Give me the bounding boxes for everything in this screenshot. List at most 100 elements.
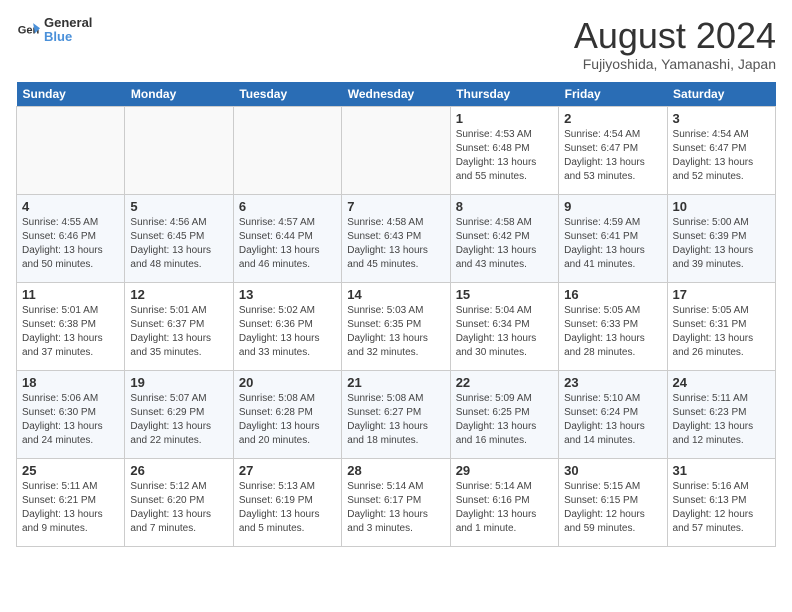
page-header: Gen General Blue August 2024 Fujiyoshida… bbox=[16, 16, 776, 72]
cell-sun-info: Sunrise: 4:57 AMSunset: 6:44 PMDaylight:… bbox=[239, 216, 336, 272]
calendar-cell: 4 Sunrise: 4:55 AMSunset: 6:46 PMDaylight… bbox=[17, 194, 125, 282]
cell-sun-info: Sunrise: 5:00 AMSunset: 6:39 PMDaylight:… bbox=[673, 216, 770, 272]
cell-sun-info: Sunrise: 5:08 AMSunset: 6:28 PMDaylight:… bbox=[239, 392, 336, 448]
weekday-header: Tuesday bbox=[233, 82, 341, 107]
calendar-cell: 23 Sunrise: 5:10 AMSunset: 6:24 PMDayligh… bbox=[559, 370, 667, 458]
cell-date-number: 23 bbox=[564, 375, 661, 390]
calendar-cell: 19 Sunrise: 5:07 AMSunset: 6:29 PMDayligh… bbox=[125, 370, 233, 458]
calendar-cell: 6Sunrise: 4:57 AMSunset: 6:44 PMDaylight… bbox=[233, 194, 341, 282]
cell-date-number: 22 bbox=[456, 375, 553, 390]
cell-date-number: 19 bbox=[130, 375, 227, 390]
calendar-cell: 1 Sunrise: 4:53 AMSunset: 6:48 PMDaylight… bbox=[450, 106, 558, 194]
cell-sun-info: Sunrise: 5:15 AMSunset: 6:15 PMDaylight:… bbox=[564, 480, 661, 536]
header-row: SundayMondayTuesdayWednesdayThursdayFrid… bbox=[17, 82, 776, 107]
cell-date-number: 16 bbox=[564, 287, 661, 302]
cell-sun-info: Sunrise: 5:04 AMSunset: 6:34 PMDaylight:… bbox=[456, 304, 553, 360]
cell-date-number: 8 bbox=[456, 199, 553, 214]
cell-sun-info: Sunrise: 5:09 AMSunset: 6:25 PMDaylight:… bbox=[456, 392, 553, 448]
cell-sun-info: Sunrise: 5:07 AMSunset: 6:29 PMDaylight:… bbox=[130, 392, 227, 448]
calendar-cell: 17 Sunrise: 5:05 AMSunset: 6:31 PMDayligh… bbox=[667, 282, 775, 370]
cell-sun-info: Sunrise: 4:58 AMSunset: 6:42 PMDaylight:… bbox=[456, 216, 553, 272]
cell-sun-info: Sunrise: 5:12 AMSunset: 6:20 PMDaylight:… bbox=[130, 480, 227, 536]
calendar-cell: 24Sunrise: 5:11 AMSunset: 6:23 PMDayligh… bbox=[667, 370, 775, 458]
cell-date-number: 17 bbox=[673, 287, 770, 302]
cell-sun-info: Sunrise: 4:56 AMSunset: 6:45 PMDaylight:… bbox=[130, 216, 227, 272]
cell-sun-info: Sunrise: 5:05 AMSunset: 6:33 PMDaylight:… bbox=[564, 304, 661, 360]
logo-line1: General bbox=[44, 16, 92, 30]
cell-date-number: 9 bbox=[564, 199, 661, 214]
cell-sun-info: Sunrise: 4:54 AMSunset: 6:47 PMDaylight:… bbox=[564, 128, 661, 184]
title-section: August 2024 Fujiyoshida, Yamanashi, Japa… bbox=[574, 16, 776, 72]
cell-sun-info: Sunrise: 5:11 AMSunset: 6:21 PMDaylight:… bbox=[22, 480, 119, 536]
calendar-table: SundayMondayTuesdayWednesdayThursdayFrid… bbox=[16, 82, 776, 547]
cell-date-number: 20 bbox=[239, 375, 336, 390]
calendar-cell: 14 Sunrise: 5:03 AMSunset: 6:35 PMDayligh… bbox=[342, 282, 450, 370]
cell-date-number: 15 bbox=[456, 287, 553, 302]
cell-date-number: 14 bbox=[347, 287, 444, 302]
weekday-header: Monday bbox=[125, 82, 233, 107]
cell-date-number: 1 bbox=[456, 111, 553, 126]
logo-text: General Blue bbox=[44, 16, 92, 45]
calendar-cell: 7Sunrise: 4:58 AMSunset: 6:43 PMDaylight… bbox=[342, 194, 450, 282]
calendar-cell: 8 Sunrise: 4:58 AMSunset: 6:42 PMDaylight… bbox=[450, 194, 558, 282]
cell-date-number: 29 bbox=[456, 463, 553, 478]
cell-date-number: 27 bbox=[239, 463, 336, 478]
calendar-cell: 30 Sunrise: 5:15 AMSunset: 6:15 PMDayligh… bbox=[559, 458, 667, 546]
calendar-cell bbox=[233, 106, 341, 194]
page-title: August 2024 bbox=[574, 16, 776, 56]
cell-sun-info: Sunrise: 5:01 AMSunset: 6:38 PMDaylight:… bbox=[22, 304, 119, 360]
logo-line2: Blue bbox=[44, 30, 92, 44]
cell-date-number: 10 bbox=[673, 199, 770, 214]
cell-sun-info: Sunrise: 4:59 AMSunset: 6:41 PMDaylight:… bbox=[564, 216, 661, 272]
calendar-cell: 22 Sunrise: 5:09 AMSunset: 6:25 PMDayligh… bbox=[450, 370, 558, 458]
cell-sun-info: Sunrise: 5:13 AMSunset: 6:19 PMDaylight:… bbox=[239, 480, 336, 536]
cell-sun-info: Sunrise: 5:02 AMSunset: 6:36 PMDaylight:… bbox=[239, 304, 336, 360]
calendar-cell: 31 Sunrise: 5:16 AMSunset: 6:13 PMDayligh… bbox=[667, 458, 775, 546]
weekday-header: Saturday bbox=[667, 82, 775, 107]
cell-sun-info: Sunrise: 4:55 AMSunset: 6:46 PMDaylight:… bbox=[22, 216, 119, 272]
logo-icon: Gen bbox=[16, 18, 40, 42]
cell-date-number: 21 bbox=[347, 375, 444, 390]
cell-date-number: 28 bbox=[347, 463, 444, 478]
cell-date-number: 26 bbox=[130, 463, 227, 478]
cell-sun-info: Sunrise: 5:03 AMSunset: 6:35 PMDaylight:… bbox=[347, 304, 444, 360]
calendar-cell: 20 Sunrise: 5:08 AMSunset: 6:28 PMDayligh… bbox=[233, 370, 341, 458]
cell-sun-info: Sunrise: 5:10 AMSunset: 6:24 PMDaylight:… bbox=[564, 392, 661, 448]
weekday-header: Thursday bbox=[450, 82, 558, 107]
cell-sun-info: Sunrise: 5:05 AMSunset: 6:31 PMDaylight:… bbox=[673, 304, 770, 360]
cell-date-number: 3 bbox=[673, 111, 770, 126]
cell-date-number: 18 bbox=[22, 375, 119, 390]
weekday-header: Friday bbox=[559, 82, 667, 107]
calendar-week-row: 25Sunrise: 5:11 AMSunset: 6:21 PMDayligh… bbox=[17, 458, 776, 546]
cell-sun-info: Sunrise: 5:16 AMSunset: 6:13 PMDaylight:… bbox=[673, 480, 770, 536]
page-subtitle: Fujiyoshida, Yamanashi, Japan bbox=[574, 56, 776, 72]
cell-sun-info: Sunrise: 5:01 AMSunset: 6:37 PMDaylight:… bbox=[130, 304, 227, 360]
calendar-week-row: 1 Sunrise: 4:53 AMSunset: 6:48 PMDaylight… bbox=[17, 106, 776, 194]
calendar-cell: 16 Sunrise: 5:05 AMSunset: 6:33 PMDayligh… bbox=[559, 282, 667, 370]
calendar-cell: 10 Sunrise: 5:00 AMSunset: 6:39 PMDayligh… bbox=[667, 194, 775, 282]
cell-date-number: 24 bbox=[673, 375, 770, 390]
logo: Gen General Blue bbox=[16, 16, 92, 45]
cell-sun-info: Sunrise: 4:54 AMSunset: 6:47 PMDaylight:… bbox=[673, 128, 770, 184]
calendar-cell: 5 Sunrise: 4:56 AMSunset: 6:45 PMDaylight… bbox=[125, 194, 233, 282]
calendar-cell: 13Sunrise: 5:02 AMSunset: 6:36 PMDayligh… bbox=[233, 282, 341, 370]
cell-date-number: 2 bbox=[564, 111, 661, 126]
cell-date-number: 30 bbox=[564, 463, 661, 478]
calendar-cell: 29Sunrise: 5:14 AMSunset: 6:16 PMDayligh… bbox=[450, 458, 558, 546]
calendar-cell: 12 Sunrise: 5:01 AMSunset: 6:37 PMDayligh… bbox=[125, 282, 233, 370]
cell-date-number: 11 bbox=[22, 287, 119, 302]
cell-date-number: 5 bbox=[130, 199, 227, 214]
cell-date-number: 12 bbox=[130, 287, 227, 302]
calendar-cell bbox=[342, 106, 450, 194]
cell-sun-info: Sunrise: 5:06 AMSunset: 6:30 PMDaylight:… bbox=[22, 392, 119, 448]
weekday-header: Sunday bbox=[17, 82, 125, 107]
cell-sun-info: Sunrise: 4:53 AMSunset: 6:48 PMDaylight:… bbox=[456, 128, 553, 184]
cell-date-number: 4 bbox=[22, 199, 119, 214]
calendar-cell: 2 Sunrise: 4:54 AMSunset: 6:47 PMDaylight… bbox=[559, 106, 667, 194]
calendar-cell: 21Sunrise: 5:08 AMSunset: 6:27 PMDayligh… bbox=[342, 370, 450, 458]
calendar-cell: 27 Sunrise: 5:13 AMSunset: 6:19 PMDayligh… bbox=[233, 458, 341, 546]
cell-date-number: 31 bbox=[673, 463, 770, 478]
calendar-week-row: 18 Sunrise: 5:06 AMSunset: 6:30 PMDayligh… bbox=[17, 370, 776, 458]
calendar-cell: 18 Sunrise: 5:06 AMSunset: 6:30 PMDayligh… bbox=[17, 370, 125, 458]
calendar-week-row: 4 Sunrise: 4:55 AMSunset: 6:46 PMDaylight… bbox=[17, 194, 776, 282]
